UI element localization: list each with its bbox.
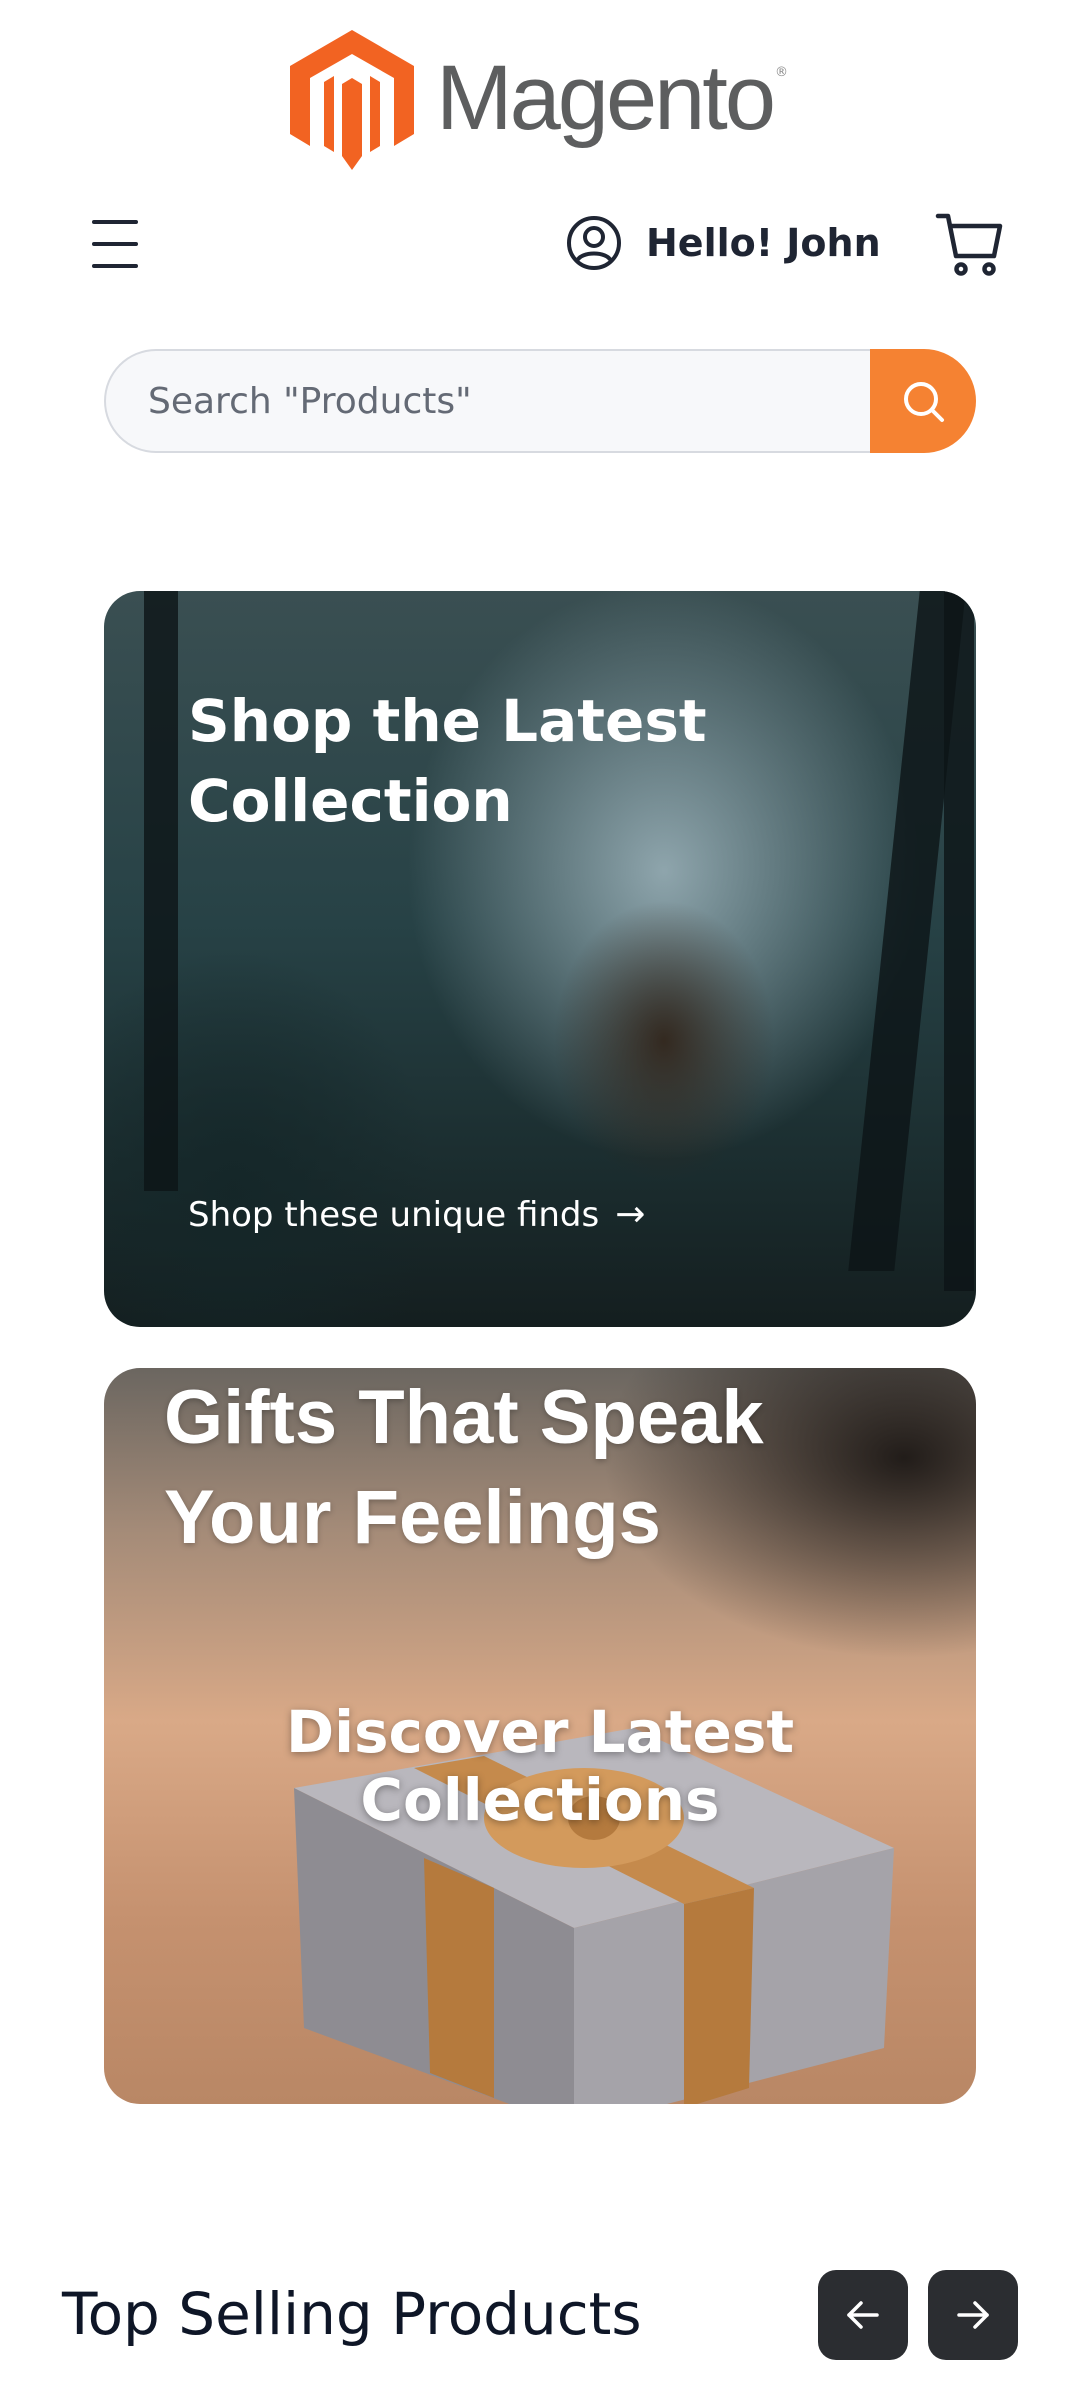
hamburger-icon-line (92, 242, 138, 246)
shop-finds-link-label: Shop these unique finds (188, 1194, 600, 1235)
arrow-right-icon: → (615, 1194, 646, 1235)
search-bar (104, 349, 976, 453)
section-title: Top Selling Products (62, 2280, 642, 2348)
cart-icon (935, 213, 1003, 276)
banner-latest-collection[interactable]: Shop the Latest Collection Shop these un… (104, 591, 976, 1327)
search-button[interactable] (870, 349, 976, 453)
banner-title: Discover Latest Collections (285, 1698, 795, 1834)
arrow-right-icon (957, 2301, 989, 2329)
registered-mark: ® (775, 64, 789, 80)
hamburger-icon-line (92, 264, 138, 268)
cart-button[interactable] (934, 208, 1006, 280)
tree-trunk-decoration (144, 591, 178, 1191)
shop-finds-link[interactable]: Shop these unique finds → (188, 1194, 645, 1235)
search-icon (904, 382, 944, 422)
banner-title: Shop the Latest Collection (188, 687, 707, 836)
tree-trunk-decoration (944, 591, 974, 1291)
user-account-link[interactable]: Hello! John (566, 210, 881, 276)
user-greeting: Hello! John (646, 221, 881, 265)
search-input[interactable] (104, 349, 870, 453)
menu-button[interactable] (86, 218, 144, 270)
arrow-left-icon (847, 2301, 879, 2329)
magento-logo[interactable]: Magento ® (290, 30, 788, 170)
banner-gifts[interactable]: Gifts That Speak Your Feelings Discover … (104, 1368, 976, 2104)
magento-logo-icon (290, 30, 414, 170)
banner-image-text: Gifts That Speak Your Feelings (164, 1375, 764, 1561)
prev-button[interactable] (818, 2270, 908, 2360)
next-button[interactable] (928, 2270, 1018, 2360)
logo-wordmark: Magento (436, 46, 776, 149)
user-circle-icon (567, 216, 621, 270)
hamburger-icon-line (92, 220, 138, 224)
